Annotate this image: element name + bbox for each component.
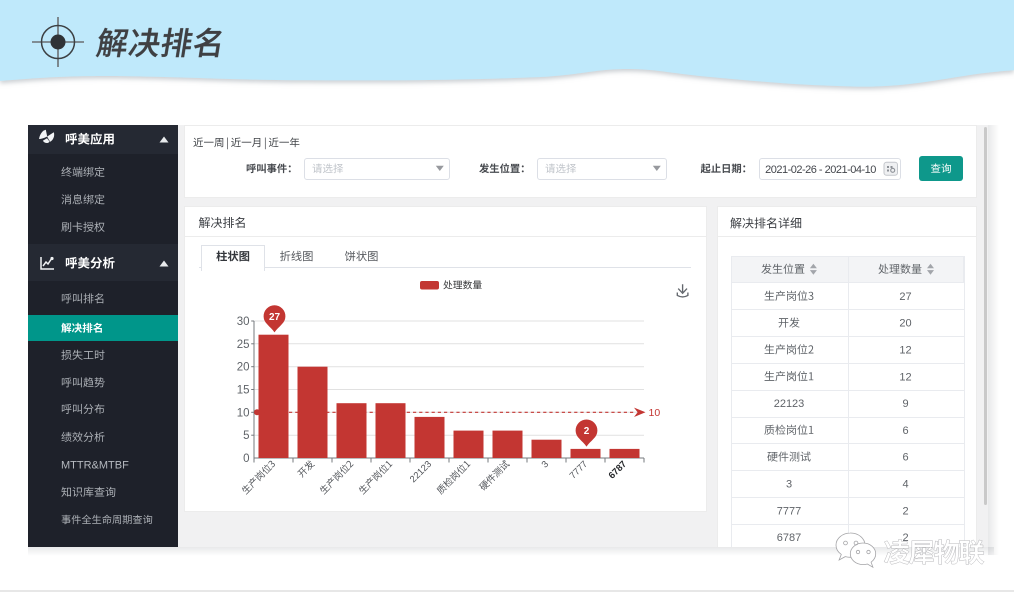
svg-text:3: 3 xyxy=(786,479,792,491)
svg-text:MTTR&MTBF: MTTR&MTBF xyxy=(61,460,129,472)
svg-text:2021-02-26 - 2021-04-10: 2021-02-26 - 2021-04-10 xyxy=(765,164,876,176)
svg-text:2: 2 xyxy=(902,505,908,517)
svg-text:10: 10 xyxy=(649,407,661,419)
svg-text:15: 15 xyxy=(237,385,250,397)
svg-text:2: 2 xyxy=(584,426,590,437)
svg-text:0: 0 xyxy=(243,453,249,465)
svg-text:4: 4 xyxy=(902,479,908,491)
svg-text:12: 12 xyxy=(899,371,911,383)
svg-text:7777: 7777 xyxy=(567,458,590,481)
svg-text:6: 6 xyxy=(902,425,908,437)
svg-text:3: 3 xyxy=(539,458,550,469)
svg-text:22123: 22123 xyxy=(407,458,433,484)
svg-text:22123: 22123 xyxy=(774,398,805,410)
svg-text:7777: 7777 xyxy=(777,505,801,517)
svg-text:9: 9 xyxy=(902,398,908,410)
svg-text:20: 20 xyxy=(237,362,250,374)
svg-text:27: 27 xyxy=(269,312,281,323)
svg-text:10: 10 xyxy=(237,407,250,419)
svg-text:27: 27 xyxy=(899,291,911,303)
svg-text:12: 12 xyxy=(899,345,911,357)
svg-text:25: 25 xyxy=(237,339,250,351)
svg-text:6787: 6787 xyxy=(777,532,801,544)
svg-text:6: 6 xyxy=(902,452,908,464)
svg-text:30: 30 xyxy=(237,316,250,328)
svg-text:20: 20 xyxy=(899,318,911,330)
svg-text:5: 5 xyxy=(243,430,249,442)
svg-text:6787: 6787 xyxy=(606,458,629,481)
